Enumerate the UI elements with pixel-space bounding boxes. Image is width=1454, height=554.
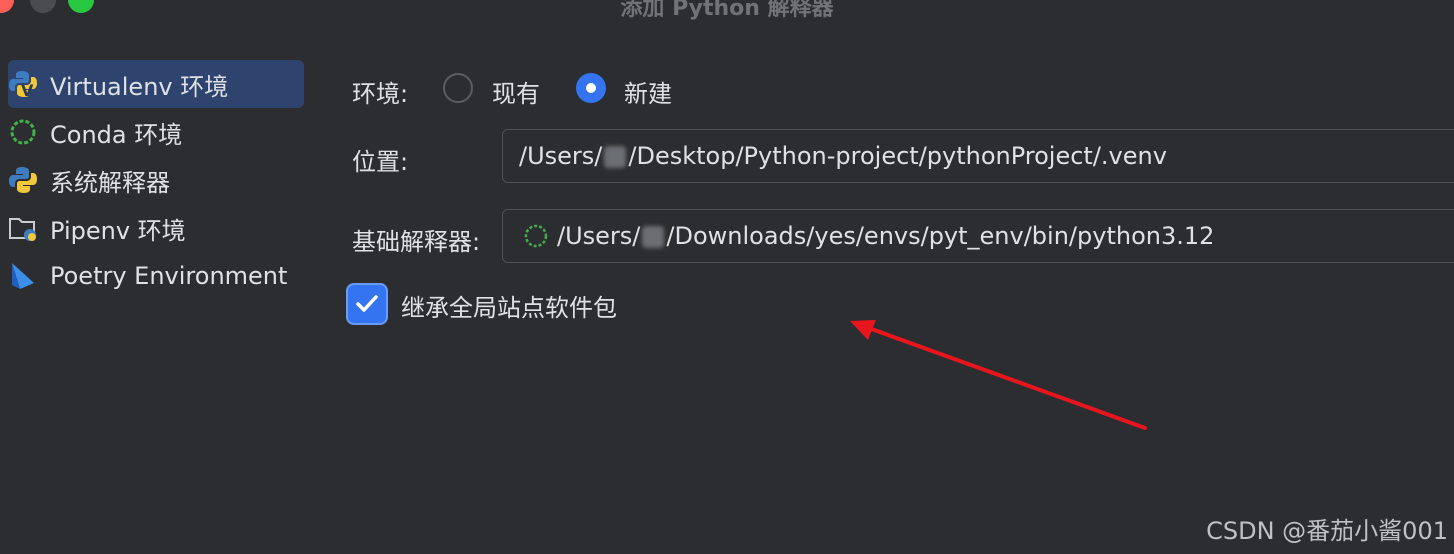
annotation-arrow: [850, 320, 1147, 430]
csdn-watermark: CSDN @番茄小酱001: [1206, 517, 1448, 545]
